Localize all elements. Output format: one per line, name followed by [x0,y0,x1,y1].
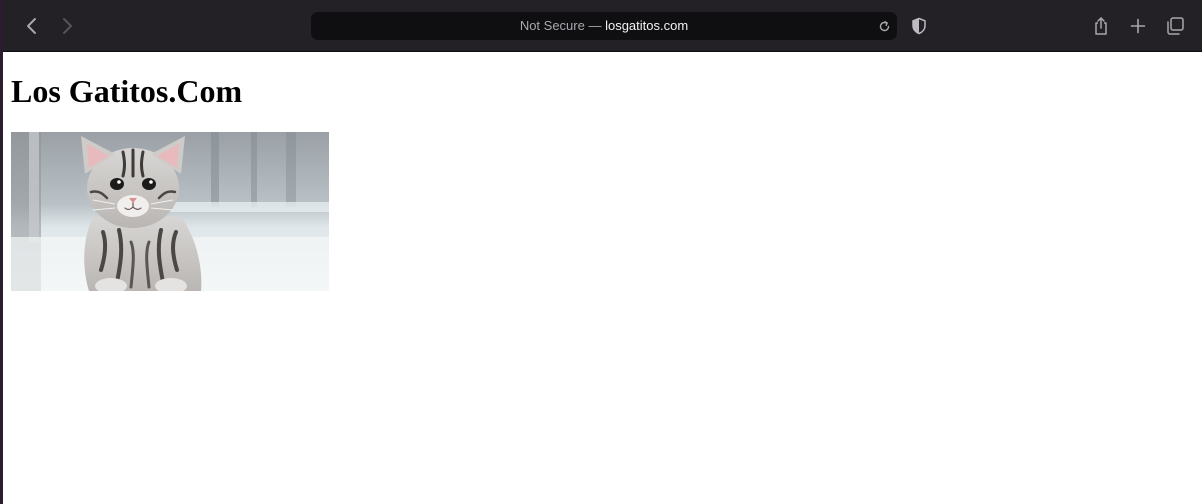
browser-window: Not Secure — losgatitos.com Los Gatitos.… [0,0,1202,504]
kitten-image [11,132,329,291]
share-icon [1095,17,1107,35]
forward-button[interactable] [55,13,79,39]
plus-icon [1130,18,1146,34]
shield-icon [912,17,926,35]
browser-toolbar: Not Secure — losgatitos.com [3,0,1202,52]
chevron-left-icon [27,18,36,34]
new-tab-button[interactable] [1127,15,1149,37]
tab-overview-button[interactable] [1164,15,1186,37]
tabs-icon [1167,17,1184,35]
privacy-report-button[interactable] [910,17,928,35]
kitten-photo [11,132,329,291]
share-button[interactable] [1090,15,1112,37]
address-bar[interactable]: Not Secure — losgatitos.com [311,12,897,40]
reload-button[interactable] [877,19,891,33]
page-heading: Los Gatitos.Com [11,73,243,109]
reload-icon [879,20,889,31]
page-content: Los Gatitos.Com [3,52,1202,504]
address-text: Not Secure — losgatitos.com [311,12,897,40]
back-button[interactable] [20,13,44,39]
chevron-right-icon [63,18,72,34]
security-status: Not Secure — [519,18,606,33]
address-domain: losgatitos.com [605,18,689,33]
